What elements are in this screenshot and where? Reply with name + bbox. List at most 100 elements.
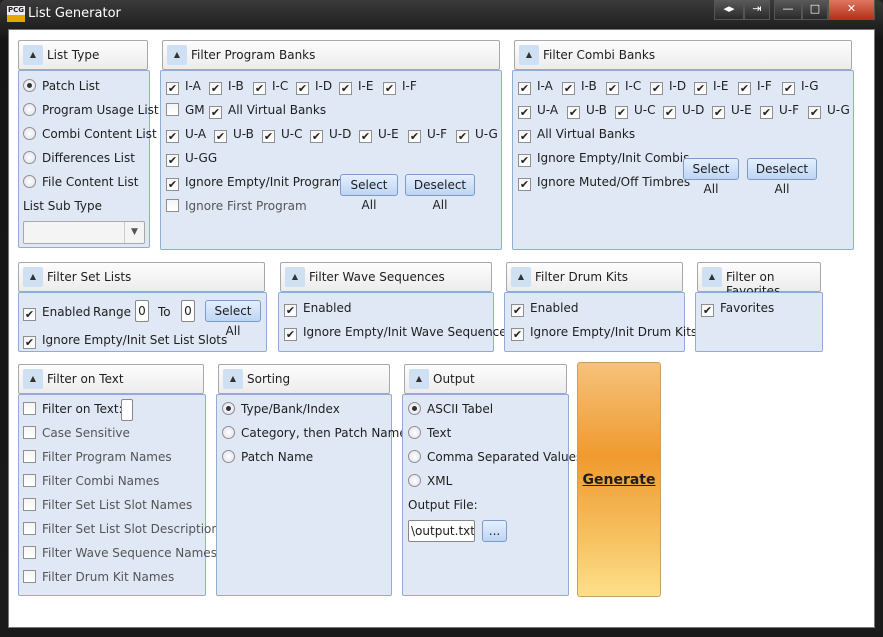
- sorting-option[interactable]: Patch Name: [222, 449, 313, 465]
- program-bank-checkbox[interactable]: ✔ I-D: [296, 78, 332, 95]
- filter-text-input[interactable]: [121, 399, 133, 421]
- program-banks-header[interactable]: ▲ Filter Program Banks: [162, 40, 500, 70]
- text-filter-checkbox[interactable]: Case Sensitive: [23, 425, 130, 441]
- program-bank-checkbox[interactable]: ✔ Ignore Empty/Init Programs: [166, 174, 350, 191]
- output-format-option[interactable]: ASCII Tabel: [408, 401, 493, 417]
- drum-kits-header[interactable]: ▲ Filter Drum Kits: [506, 262, 683, 292]
- list-sub-type-select[interactable]: ▼: [23, 221, 145, 244]
- program-bank-checkbox[interactable]: ✔ U-D: [310, 126, 351, 143]
- sorting-option[interactable]: Type/Bank/Index: [222, 401, 340, 417]
- program-bank-checkbox[interactable]: ✔ U-C: [262, 126, 303, 143]
- range-from-input[interactable]: 0: [135, 300, 149, 322]
- program-bank-checkbox[interactable]: ✔ All Virtual Banks: [209, 102, 326, 119]
- list-type-option[interactable]: Patch List: [23, 78, 100, 94]
- text-filter-header[interactable]: ▲ Filter on Text: [18, 364, 204, 394]
- dock-button[interactable]: ⇥: [744, 0, 770, 20]
- drum-kits-enabled-checkbox[interactable]: ✔ Enabled: [511, 300, 579, 317]
- text-filter-checkbox[interactable]: Filter Wave Sequence Names: [23, 545, 217, 561]
- combi-bank-checkbox[interactable]: ✔ U-A: [518, 102, 558, 119]
- text-filter-checkbox[interactable]: Filter on Text:: [23, 401, 123, 417]
- sorting-header[interactable]: ▲ Sorting: [218, 364, 390, 394]
- browse-button[interactable]: ...: [482, 520, 507, 542]
- program-bank-checkbox[interactable]: Ignore First Program: [166, 198, 307, 214]
- program-bank-checkbox[interactable]: ✔ I-B: [209, 78, 244, 95]
- list-type-header[interactable]: ▲ List Type: [18, 40, 148, 70]
- swap-button[interactable]: ◂▸: [714, 0, 744, 20]
- set-lists-header[interactable]: ▲ Filter Set Lists: [18, 262, 265, 292]
- combi-bank-checkbox[interactable]: ✔ All Virtual Banks: [518, 126, 635, 143]
- combi-deselect-all-button[interactable]: Deselect All: [747, 158, 817, 196]
- output-format-option[interactable]: Comma Separated Values: [408, 449, 582, 465]
- combi-bank-checkbox[interactable]: ✔ U-D: [663, 102, 704, 119]
- combi-bank-checkbox[interactable]: ✔ I-A: [518, 78, 553, 95]
- combi-bank-checkbox[interactable]: ✔ I-F: [738, 78, 772, 95]
- combi-bank-checkbox[interactable]: ✔ U-G: [808, 102, 850, 119]
- wave-sequences-header[interactable]: ▲ Filter Wave Sequences: [280, 262, 492, 292]
- collapse-icon[interactable]: ▲: [23, 369, 43, 389]
- program-bank-checkbox[interactable]: ✔ U-B: [214, 126, 254, 143]
- text-filter-checkbox[interactable]: Filter Set List Slot Names: [23, 497, 192, 513]
- collapse-icon[interactable]: ▲: [223, 369, 243, 389]
- sorting-option[interactable]: Category, then Patch Name: [222, 425, 407, 441]
- output-file-input[interactable]: \output.txt: [408, 520, 475, 542]
- output-format-option[interactable]: XML: [408, 473, 452, 489]
- text-filter-checkbox[interactable]: Filter Combi Names: [23, 473, 159, 489]
- collapse-icon[interactable]: ▲: [285, 267, 305, 287]
- checkbox-icon: ✔: [209, 82, 222, 95]
- wave-sequences-enabled-checkbox[interactable]: ✔ Enabled: [284, 300, 352, 317]
- combi-bank-checkbox[interactable]: ✔ I-B: [562, 78, 597, 95]
- generate-button[interactable]: Generate: [577, 362, 661, 597]
- combi-bank-checkbox[interactable]: ✔ U-F: [760, 102, 799, 119]
- combi-banks-header[interactable]: ▲ Filter Combi Banks: [514, 40, 852, 70]
- program-bank-checkbox[interactable]: ✔ U-E: [359, 126, 399, 143]
- list-type-option[interactable]: File Content List: [23, 174, 138, 190]
- combi-bank-checkbox[interactable]: ✔ I-E: [694, 78, 728, 95]
- range-to-input[interactable]: 0: [181, 300, 195, 322]
- favorites-checkbox[interactable]: ✔ Favorites: [701, 300, 774, 317]
- program-bank-checkbox[interactable]: ✔ I-E: [339, 78, 373, 95]
- combi-bank-checkbox[interactable]: ✔ I-C: [606, 78, 641, 95]
- text-filter-checkbox[interactable]: Filter Set List Slot Descriptions: [23, 521, 225, 537]
- combi-bank-checkbox[interactable]: ✔ Ignore Muted/Off Timbres: [518, 174, 690, 191]
- collapse-icon[interactable]: ▲: [23, 267, 43, 287]
- program-bank-checkbox[interactable]: ✔ I-F: [383, 78, 417, 95]
- combi-bank-checkbox[interactable]: ✔ I-D: [650, 78, 686, 95]
- program-bank-checkbox[interactable]: ✔ U-F: [408, 126, 447, 143]
- combi-bank-checkbox[interactable]: ✔ U-C: [615, 102, 656, 119]
- program-select-all-button[interactable]: Select All: [340, 174, 398, 212]
- program-bank-checkbox[interactable]: ✔ I-C: [253, 78, 288, 95]
- program-bank-checkbox[interactable]: ✔ U-GG: [166, 150, 217, 167]
- list-type-option[interactable]: Combi Content List: [23, 126, 157, 142]
- set-lists-enabled-checkbox[interactable]: ✔ Enabled: [23, 304, 91, 321]
- close-button[interactable]: ✕: [828, 0, 875, 20]
- combi-select-all-button[interactable]: Select All: [683, 158, 739, 196]
- collapse-icon[interactable]: ▲: [167, 45, 187, 65]
- collapse-icon[interactable]: ▲: [23, 45, 43, 65]
- drum-kits-ignore-checkbox[interactable]: ✔ Ignore Empty/Init Drum Kits: [511, 324, 697, 341]
- combi-bank-checkbox[interactable]: ✔ U-E: [712, 102, 752, 119]
- program-bank-checkbox[interactable]: ✔ I-A: [166, 78, 201, 95]
- combi-bank-checkbox[interactable]: ✔ U-B: [567, 102, 607, 119]
- combi-bank-checkbox[interactable]: ✔ Ignore Empty/Init Combis: [518, 150, 689, 167]
- set-lists-select-all-button[interactable]: Select All: [205, 300, 261, 338]
- combi-bank-checkbox[interactable]: ✔ I-G: [782, 78, 819, 95]
- collapse-icon[interactable]: ▲: [511, 267, 531, 287]
- wave-sequences-ignore-checkbox[interactable]: ✔ Ignore Empty/Init Wave Sequences: [284, 324, 513, 341]
- program-bank-checkbox[interactable]: GM: [166, 102, 205, 118]
- text-filter-checkbox[interactable]: Filter Drum Kit Names: [23, 569, 174, 585]
- text-filter-checkbox[interactable]: Filter Program Names: [23, 449, 172, 465]
- program-bank-checkbox[interactable]: ✔ U-A: [166, 126, 206, 143]
- output-format-option[interactable]: Text: [408, 425, 451, 441]
- maximize-button[interactable]: □: [802, 0, 828, 20]
- list-type-option[interactable]: Differences List: [23, 150, 135, 166]
- program-deselect-all-button[interactable]: Deselect All: [405, 174, 475, 212]
- collapse-icon[interactable]: ▲: [519, 45, 539, 65]
- program-bank-checkbox[interactable]: ✔ U-G: [456, 126, 498, 143]
- output-header[interactable]: ▲ Output: [404, 364, 567, 394]
- list-type-option[interactable]: Program Usage List: [23, 102, 159, 118]
- collapse-icon[interactable]: ▲: [409, 369, 429, 389]
- favorites-header[interactable]: ▲ Filter on Favorites: [697, 262, 821, 298]
- set-lists-ignore-checkbox[interactable]: ✔ Ignore Empty/Init Set List Slots: [23, 332, 227, 349]
- collapse-icon[interactable]: ▲: [702, 267, 722, 287]
- minimize-button[interactable]: —: [774, 0, 802, 20]
